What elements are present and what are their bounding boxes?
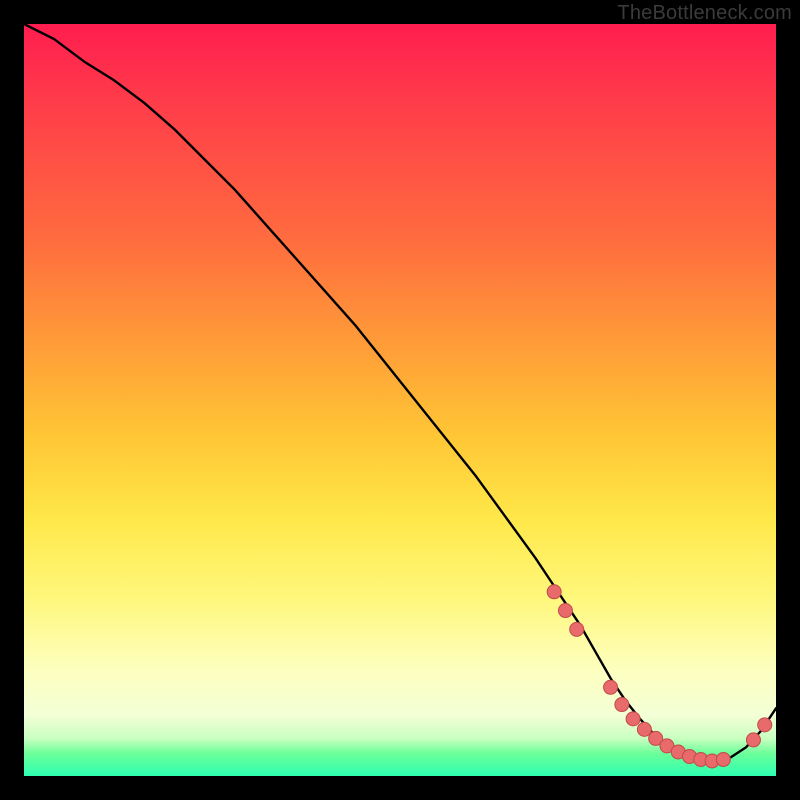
curve-marker [746,733,760,747]
curve-marker [547,585,561,599]
curve-marker [716,752,730,766]
curve-marker [626,712,640,726]
curve-marker [758,718,772,732]
curve-marker [637,722,651,736]
curve-layer [24,24,776,776]
curve-marker [570,622,584,636]
chart-frame: TheBottleneck.com [0,0,800,800]
bottleneck-curve [24,24,776,761]
watermark-text: TheBottleneck.com [617,2,792,25]
plot-area [24,24,776,776]
curve-marker [558,604,572,618]
curve-marker [615,698,629,712]
curve-markers [547,585,772,768]
curve-marker [604,680,618,694]
